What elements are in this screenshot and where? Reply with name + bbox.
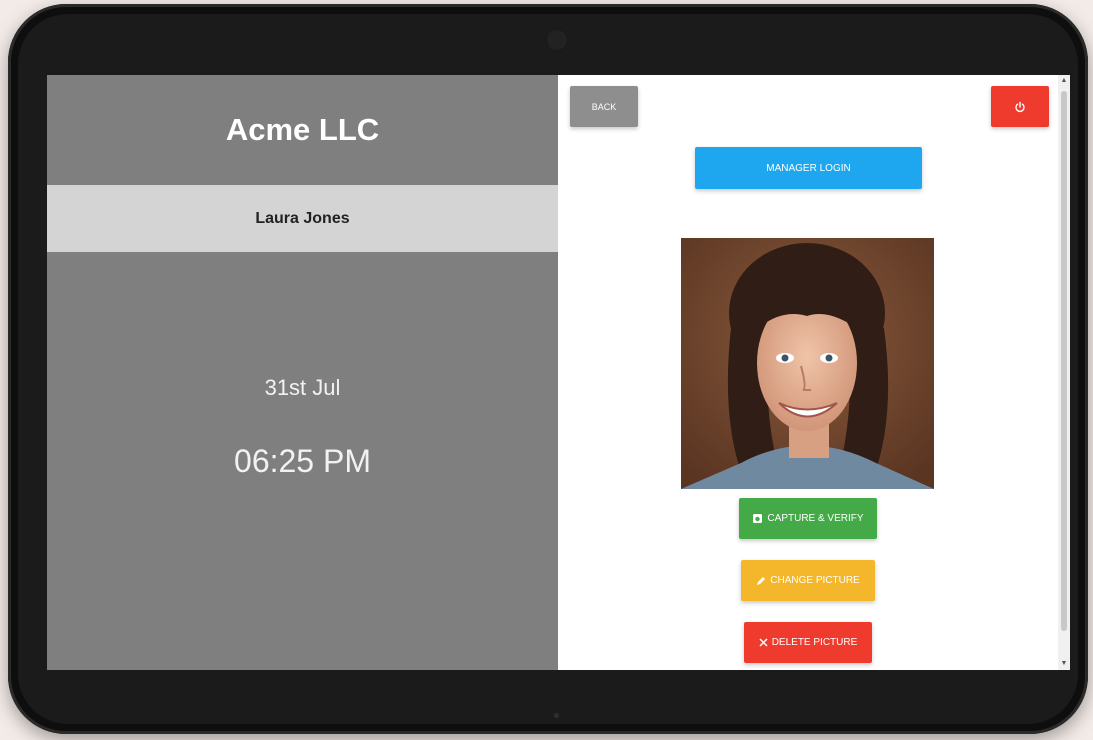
delete-picture-button[interactable]: DELETE PICTURE (744, 622, 872, 663)
manager-login-button[interactable]: MANAGER LOGIN (695, 147, 922, 189)
change-picture-label: CHANGE PICTURE (770, 575, 860, 586)
company-name: Acme LLC (225, 112, 380, 147)
power-icon (1014, 101, 1026, 113)
photo-panel: BACK MANAGER LOGIN CAPTURE & VERIFY CHAN… (558, 75, 1070, 670)
x-icon (759, 638, 768, 647)
capture-verify-label: CAPTURE & VERIFY (767, 513, 864, 524)
employee-photo (681, 238, 934, 489)
current-time: 06:25 PM (234, 443, 371, 479)
back-button-label: BACK (591, 101, 617, 112)
pencil-icon (756, 576, 766, 586)
scroll-up-arrow-icon[interactable]: ▲ (1058, 75, 1070, 87)
tablet-sensor (554, 713, 559, 718)
scroll-down-arrow-icon[interactable]: ▼ (1058, 658, 1070, 670)
delete-picture-label: DELETE PICTURE (771, 637, 858, 648)
capture-verify-button[interactable]: CAPTURE & VERIFY (739, 498, 877, 539)
back-button[interactable]: BACK (570, 86, 638, 127)
power-button[interactable] (991, 86, 1049, 127)
kiosk-screen: Acme LLC Laura Jones 31st Jul 06:25 PM B… (47, 75, 1070, 670)
scrollbar-thumb[interactable] (1061, 91, 1067, 631)
employee-info-panel: Acme LLC Laura Jones 31st Jul 06:25 PM (47, 75, 558, 670)
tablet-camera (545, 28, 569, 52)
change-picture-button[interactable]: CHANGE PICTURE (741, 560, 875, 601)
current-date: 31st Jul (264, 375, 341, 400)
vertical-scrollbar[interactable]: ▲ ▼ (1058, 75, 1070, 670)
employee-name: Laura Jones (47, 185, 558, 252)
manager-login-label: MANAGER LOGIN (766, 162, 851, 174)
camera-icon (752, 513, 763, 524)
